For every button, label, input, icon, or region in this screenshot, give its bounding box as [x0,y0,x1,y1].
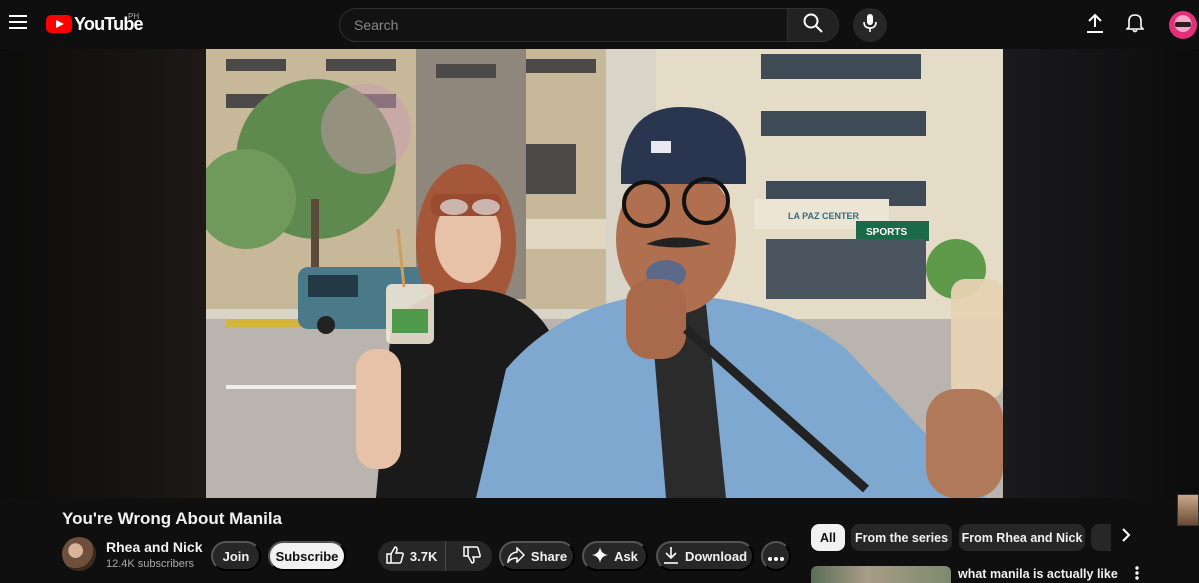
chip-overflow[interactable] [1091,524,1111,551]
menu-icon [9,14,27,34]
country-code: PH [128,12,140,21]
sparkle-icon [592,546,609,566]
create-button[interactable] [1080,10,1110,40]
scene-sign-center: LA PAZ CENTER [788,211,859,221]
video-scene: LA PAZ CENTER SPORTS [206,49,1003,498]
top-bar: YouTube PH [0,0,1199,49]
share-icon [506,545,525,566]
search-button[interactable] [787,8,839,42]
thumbs-down-icon [463,545,481,567]
youtube-play-icon [46,15,72,33]
video-frame[interactable]: LA PAZ CENTER SPORTS [206,49,1003,498]
chip-from-channel[interactable]: From Rhea and Nick [959,524,1085,551]
recommendation-title[interactable]: what manila is actually like [958,567,1118,581]
thumbs-up-icon [386,545,404,567]
download-label: Download [684,548,748,564]
search-icon [803,13,823,38]
share-button[interactable]: Share [499,541,575,571]
more-vertical-icon [1135,566,1139,583]
more-actions-button[interactable] [761,541,791,571]
like-count: 3.7K [409,548,438,564]
ambient-glow-right [1003,49,1199,498]
video-player[interactable]: LA PAZ CENTER SPORTS [0,49,1199,526]
more-horizontal-icon [768,549,784,564]
ask-label: Ask [614,548,638,564]
ambient-glow-left [0,49,206,498]
like-dislike-group: 3.7K [378,541,492,571]
download-icon [663,546,679,567]
voice-search-button[interactable] [853,8,887,42]
download-button[interactable]: Download [656,541,754,571]
scene-sign-sports: SPORTS [866,227,907,238]
channel-name[interactable]: Rhea and Nick [106,539,202,555]
like-button[interactable]: 3.7K [378,541,447,571]
chip-all[interactable]: All [811,524,845,551]
subscriber-count: 12.4K subscribers [106,558,195,570]
account-avatar[interactable] [1169,11,1197,39]
dislike-button[interactable] [452,541,492,571]
chips-next-button[interactable] [1113,524,1139,551]
video-title: You're Wrong About Manila [62,509,282,528]
chip-from-the-series[interactable]: From the series [851,524,952,551]
share-label: Share [530,548,568,564]
channel-avatar[interactable] [62,537,96,571]
mic-icon [863,13,877,37]
search-input[interactable] [339,8,787,42]
search-bar [339,8,839,42]
next-video-thumbnail[interactable] [1177,494,1199,526]
recommendation-menu-button[interactable] [1130,566,1144,583]
upload-icon [1086,13,1104,38]
menu-button[interactable] [4,8,32,40]
notifications-button[interactable] [1120,10,1150,40]
join-button[interactable]: Join [211,541,261,571]
bell-icon [1125,13,1145,38]
chevron-right-icon [1121,528,1131,547]
subscribe-button[interactable]: Subscribe [268,541,346,571]
recommendation-thumbnail[interactable] [811,566,951,583]
ask-button[interactable]: Ask [582,541,648,571]
